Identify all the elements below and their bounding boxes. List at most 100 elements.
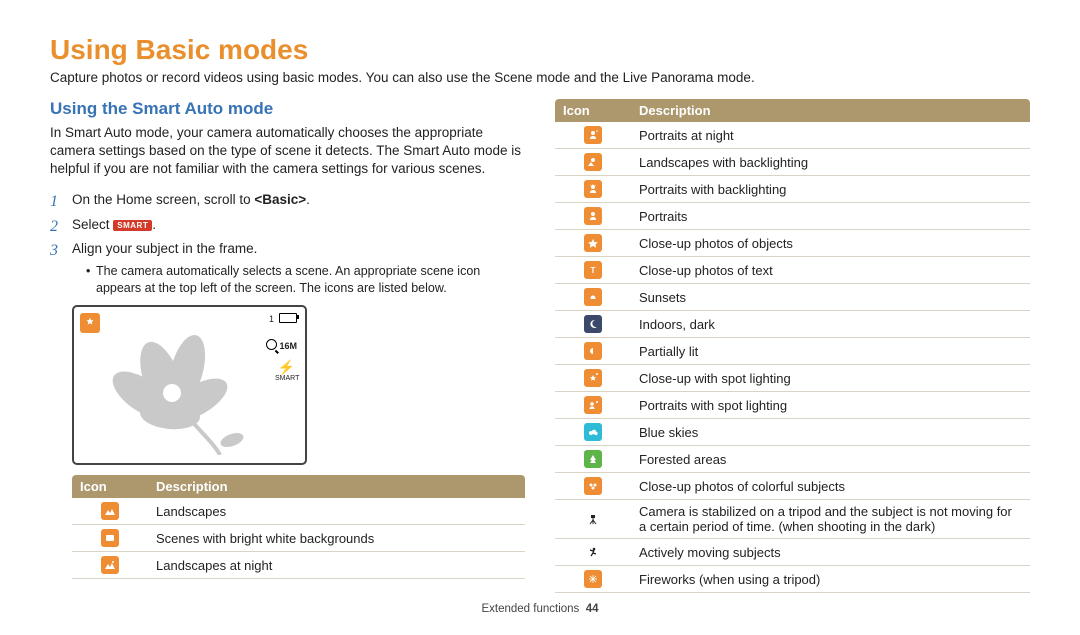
fireworks-icon bbox=[584, 570, 602, 588]
table-row: Forested areas bbox=[555, 446, 1030, 473]
page-lead: Capture photos or record videos using ba… bbox=[50, 70, 1030, 85]
night-landscape-icon bbox=[101, 556, 119, 574]
steps-list: On the Home screen, scroll to <Basic>. S… bbox=[50, 191, 525, 297]
blue-sky-icon bbox=[584, 423, 602, 441]
cell-desc: Portraits with backlighting bbox=[631, 176, 1030, 203]
table-row: Partially lit bbox=[555, 338, 1030, 365]
page-footer: Extended functions 44 bbox=[50, 603, 1030, 615]
cell-desc: Forested areas bbox=[631, 446, 1030, 473]
white-bg-icon bbox=[101, 529, 119, 547]
macro-object-icon bbox=[584, 234, 602, 252]
cell-desc: Close-up with spot lighting bbox=[631, 365, 1030, 392]
macro-text-icon: T bbox=[584, 261, 602, 279]
macro-spotlight-icon bbox=[584, 369, 602, 387]
sunset-icon bbox=[584, 288, 602, 306]
icon-table-right: Icon Description Portraits at night Land… bbox=[555, 99, 1030, 593]
backlight-portrait-icon bbox=[584, 180, 602, 198]
right-column: Icon Description Portraits at night Land… bbox=[555, 99, 1030, 593]
resolution-text: 16M bbox=[279, 341, 297, 351]
partial-light-icon bbox=[584, 342, 602, 360]
cell-desc: Fireworks (when using a tripod) bbox=[631, 566, 1030, 593]
cell-desc: Close-up photos of colorful subjects bbox=[631, 473, 1030, 500]
moving-subject-icon bbox=[584, 543, 602, 561]
th-icon: Icon bbox=[555, 99, 631, 122]
cell-desc: Portraits bbox=[631, 203, 1030, 230]
resolution-indicator: 16M bbox=[266, 339, 297, 351]
cell-desc: Sunsets bbox=[631, 284, 1030, 311]
magnifier-icon bbox=[266, 339, 277, 350]
table-row: Landscapes bbox=[72, 498, 525, 525]
icon-table-left: Icon Description Landscapes Scenes with … bbox=[72, 475, 525, 579]
step-2-text-pre: Select bbox=[72, 217, 113, 232]
cell-desc: Landscapes with backlighting bbox=[631, 149, 1030, 176]
tripod-icon bbox=[584, 510, 602, 528]
cell-desc: Partially lit bbox=[631, 338, 1030, 365]
step-2-text-post: . bbox=[152, 217, 156, 232]
left-column: Using the Smart Auto mode In Smart Auto … bbox=[50, 99, 525, 593]
table-row: Portraits with backlighting bbox=[555, 176, 1030, 203]
table-row: Fireworks (when using a tripod) bbox=[555, 566, 1030, 593]
cell-desc: Landscapes at night bbox=[148, 552, 525, 579]
cell-desc: Portraits with spot lighting bbox=[631, 392, 1030, 419]
cell-desc: Landscapes bbox=[148, 498, 525, 525]
macro-color-icon bbox=[584, 477, 602, 495]
step-1-text-post: . bbox=[306, 192, 310, 207]
table-row: Camera is stabilized on a tripod and the… bbox=[555, 500, 1030, 539]
smart-label: SMART bbox=[275, 375, 297, 382]
table-row: Portraits with spot lighting bbox=[555, 392, 1030, 419]
landscape-icon bbox=[101, 502, 119, 520]
step-2: Select SMART. bbox=[50, 216, 525, 235]
cell-desc: Blue skies bbox=[631, 419, 1030, 446]
th-desc: Description bbox=[148, 475, 525, 498]
step-1: On the Home screen, scroll to <Basic>. bbox=[50, 191, 525, 210]
footer-section: Extended functions bbox=[481, 603, 579, 615]
table-row: Landscapes at night bbox=[72, 552, 525, 579]
table-row: Portraits bbox=[555, 203, 1030, 230]
table-row: Close-up photos of colorful subjects bbox=[555, 473, 1030, 500]
cell-desc: Close-up photos of objects bbox=[631, 230, 1030, 257]
status-top-right: 1 bbox=[269, 313, 297, 326]
night-portrait-icon bbox=[584, 126, 602, 144]
portrait-icon bbox=[584, 207, 602, 225]
cell-desc: Camera is stabilized on a tripod and the… bbox=[631, 500, 1030, 539]
table-row: Sunsets bbox=[555, 284, 1030, 311]
table-row: T Close-up photos of text bbox=[555, 257, 1030, 284]
step-1-bold: <Basic> bbox=[254, 192, 306, 207]
cell-desc: Portraits at night bbox=[631, 122, 1030, 149]
forest-icon bbox=[584, 450, 602, 468]
flower-silhouette bbox=[92, 325, 262, 455]
table-row: Blue skies bbox=[555, 419, 1030, 446]
table-row: Scenes with bright white backgrounds bbox=[72, 525, 525, 552]
table-row: Portraits at night bbox=[555, 122, 1030, 149]
smart-mode-icon: SMART bbox=[113, 220, 152, 231]
th-desc: Description bbox=[631, 99, 1030, 122]
indoor-dark-icon bbox=[584, 315, 602, 333]
table-row: Actively moving subjects bbox=[555, 539, 1030, 566]
cell-desc: Actively moving subjects bbox=[631, 539, 1030, 566]
manual-page: Using Basic modes Capture photos or reco… bbox=[0, 0, 1080, 635]
table-row: Landscapes with backlighting bbox=[555, 149, 1030, 176]
footer-page: 44 bbox=[586, 603, 599, 615]
flash-icon: ⚡ bbox=[278, 359, 295, 376]
cell-desc: Close-up photos of text bbox=[631, 257, 1030, 284]
page-heading: Using Basic modes bbox=[50, 34, 1030, 66]
cell-desc: Indoors, dark bbox=[631, 311, 1030, 338]
section-intro: In Smart Auto mode, your camera automati… bbox=[50, 124, 525, 179]
step-3-text: Align your subject in the frame. bbox=[72, 241, 257, 256]
section-heading: Using the Smart Auto mode bbox=[50, 99, 525, 119]
step-1-text-pre: On the Home screen, scroll to bbox=[72, 192, 254, 207]
th-icon: Icon bbox=[72, 475, 148, 498]
portrait-spotlight-icon bbox=[584, 396, 602, 414]
cell-desc: Scenes with bright white backgrounds bbox=[148, 525, 525, 552]
table-row: Close-up photos of objects bbox=[555, 230, 1030, 257]
table-row: Indoors, dark bbox=[555, 311, 1030, 338]
svg-text:T: T bbox=[591, 266, 596, 275]
two-column-layout: Using the Smart Auto mode In Smart Auto … bbox=[50, 99, 1030, 593]
battery-icon bbox=[279, 313, 297, 323]
camera-screen-illustration: 1 16M ⚡ SMART bbox=[72, 305, 307, 465]
backlight-landscape-icon bbox=[584, 153, 602, 171]
step-3: Align your subject in the frame. The cam… bbox=[50, 240, 525, 297]
table-row: Close-up with spot lighting bbox=[555, 365, 1030, 392]
shots-remaining: 1 bbox=[269, 314, 274, 324]
step-3-sub: The camera automatically selects a scene… bbox=[86, 263, 525, 297]
